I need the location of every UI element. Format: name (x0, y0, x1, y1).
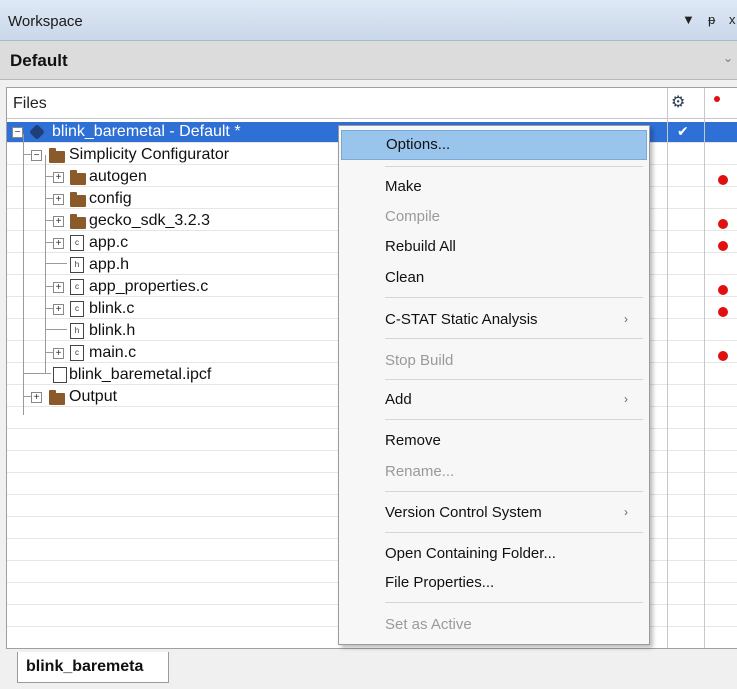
tree-item-label: main.c (89, 344, 137, 361)
menu-item-label: Options... (386, 136, 451, 153)
menu-item-open-containing-folder[interactable]: Open Containing Folder... (340, 539, 648, 569)
menu-separator (385, 602, 643, 603)
menu-separator (385, 297, 643, 298)
chevron-down-icon[interactable]: ⌄ (723, 51, 733, 65)
tree-item-label: Output (69, 388, 118, 405)
expand-icon[interactable]: + (31, 392, 42, 403)
menu-item-label: Rebuild All (385, 238, 456, 255)
menu-item-label: File Properties... (385, 574, 495, 591)
tree-item-label: app.c (89, 234, 129, 251)
check-icon: ✔ (677, 123, 689, 139)
menu-item-version-control[interactable]: Version Control System › (340, 498, 648, 528)
status-dot-icon (714, 96, 720, 102)
expand-icon[interactable]: + (53, 238, 64, 249)
files-header: Files ⚙ (7, 88, 737, 119)
project-icon (29, 124, 45, 140)
configuration-selector[interactable]: Default ⌄ (0, 41, 737, 80)
menu-item-options[interactable]: Options... (341, 130, 647, 160)
expand-icon[interactable]: + (53, 282, 64, 293)
menu-item-label: C-STAT Static Analysis (385, 311, 538, 328)
menu-item-rebuild-all[interactable]: Rebuild All (340, 232, 648, 262)
submenu-arrow-icon: › (624, 505, 628, 519)
files-column-header: Files (13, 95, 47, 112)
expand-icon[interactable]: + (53, 216, 64, 227)
status-dot-icon (718, 241, 728, 251)
menu-item-label: Add (385, 391, 412, 408)
folder-icon (70, 170, 86, 185)
expand-icon[interactable]: + (53, 304, 64, 315)
tree-item-label: autogen (89, 168, 147, 185)
status-dot-icon (718, 307, 728, 317)
dropdown-arrow-icon[interactable]: ▼ (682, 12, 695, 27)
menu-item-label: Set as Active (385, 616, 472, 633)
menu-item-label: Open Containing Folder... (385, 545, 556, 562)
tree-item-label: blink_baremetal - Default * (49, 123, 244, 141)
menu-separator (385, 379, 643, 380)
expand-icon[interactable]: + (53, 348, 64, 359)
menu-separator (385, 166, 643, 167)
folder-icon (49, 148, 65, 163)
tree-item-label: app.h (89, 256, 130, 273)
column-divider (704, 88, 705, 648)
tree-item-label: blink_baremetal.ipcf (69, 366, 212, 383)
menu-item-set-as-active[interactable]: Set as Active (340, 610, 648, 640)
menu-separator (385, 338, 643, 339)
menu-item-stop-build[interactable]: Stop Build (340, 346, 648, 376)
configuration-value: Default (10, 51, 68, 70)
folder-icon (70, 214, 86, 229)
status-dot-icon (718, 285, 728, 295)
c-file-icon: c (70, 301, 84, 317)
collapse-icon[interactable]: − (12, 127, 23, 138)
menu-separator (385, 419, 643, 420)
submenu-arrow-icon: › (624, 312, 628, 326)
menu-item-label: Version Control System (385, 504, 542, 521)
menu-item-c-stat[interactable]: C-STAT Static Analysis › (340, 305, 648, 335)
tree-item-label: gecko_sdk_3.2.3 (89, 212, 210, 229)
context-menu: Options... Make Compile Rebuild All Clea… (338, 125, 650, 645)
menu-item-remove[interactable]: Remove (340, 426, 648, 456)
window-title: Workspace (8, 13, 83, 30)
c-file-icon: c (70, 235, 84, 251)
menu-item-label: Remove (385, 432, 441, 449)
menu-item-label: Clean (385, 269, 425, 286)
menu-item-rename[interactable]: Rename... (340, 457, 648, 487)
expand-icon[interactable]: + (53, 172, 64, 183)
submenu-arrow-icon: › (624, 392, 628, 406)
tree-item-label: config (89, 190, 132, 207)
h-file-icon: h (70, 257, 84, 273)
tree-item-label: blink.c (89, 300, 135, 317)
menu-item-compile[interactable]: Compile (340, 202, 648, 232)
expand-icon[interactable]: + (53, 194, 64, 205)
gear-icon: ⚙ (671, 94, 686, 111)
pin-icon[interactable]: ᵽ (708, 12, 715, 27)
status-dot-icon (718, 219, 728, 229)
menu-item-add[interactable]: Add › (340, 385, 648, 415)
menu-item-label: Make (385, 178, 422, 195)
h-file-icon: h (70, 323, 84, 339)
tree-item-label: app_properties.c (89, 278, 209, 295)
c-file-icon: c (70, 279, 84, 295)
menu-item-file-properties[interactable]: File Properties... (340, 568, 648, 598)
menu-item-label: Stop Build (385, 352, 454, 369)
status-dot-icon (718, 351, 728, 361)
tree-item-label: blink.h (89, 322, 136, 339)
menu-item-label: Compile (385, 208, 441, 225)
folder-icon (70, 192, 86, 207)
workspace-tab[interactable]: blink_baremeta (17, 652, 169, 683)
tree-item-label: Simplicity Configurator (69, 146, 230, 163)
workspace-title-bar: Workspace ▼ ᵽ x (0, 0, 737, 41)
column-divider (667, 88, 668, 648)
menu-item-clean[interactable]: Clean (340, 263, 648, 293)
status-dot-icon (718, 175, 728, 185)
folder-icon (49, 390, 65, 405)
collapse-icon[interactable]: − (31, 150, 42, 161)
menu-separator (385, 532, 643, 533)
close-icon[interactable]: x (729, 12, 736, 27)
menu-item-make[interactable]: Make (340, 172, 648, 202)
menu-separator (385, 491, 643, 492)
workspace-tab-label: blink_baremeta (26, 658, 144, 675)
menu-item-label: Rename... (385, 463, 455, 480)
c-file-icon: c (70, 345, 84, 361)
file-icon (53, 367, 67, 383)
